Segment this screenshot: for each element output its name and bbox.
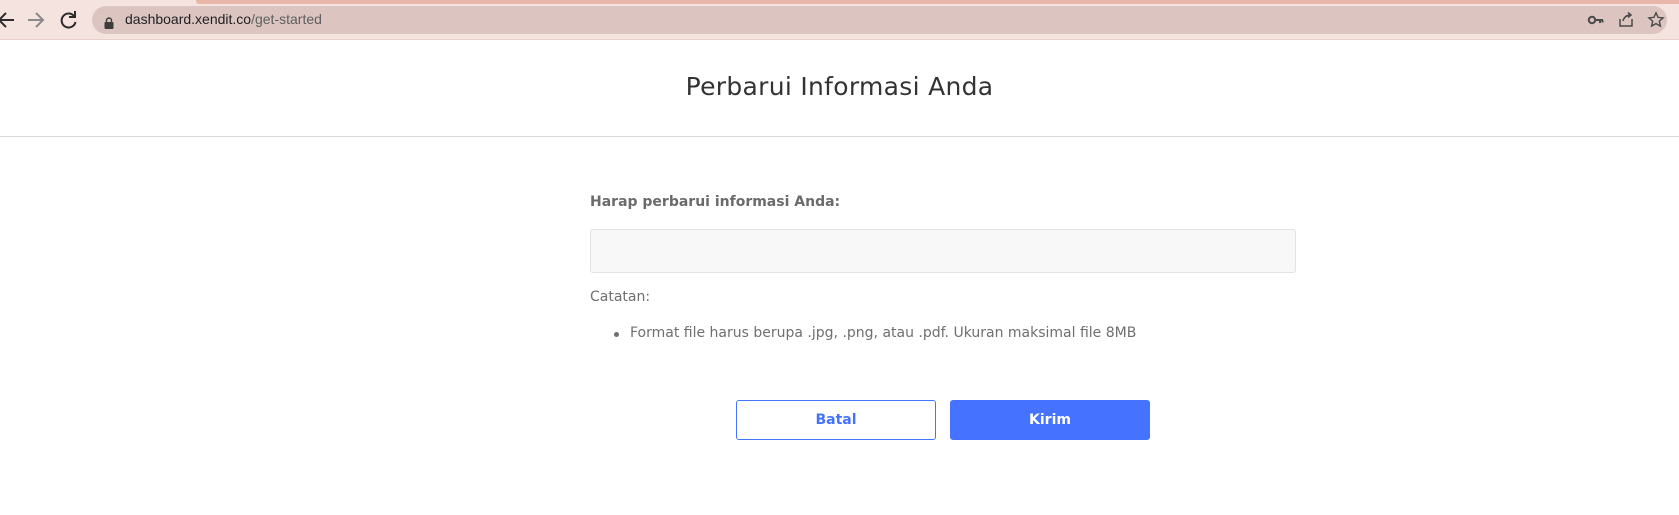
tab-strip-accent <box>196 0 1679 4</box>
form-label: Harap perbarui informasi Anda: <box>590 194 841 210</box>
url-domain: dashboard.xendit.co <box>125 11 252 27</box>
file-upload-field[interactable] <box>590 229 1296 273</box>
note-label: Catatan: <box>590 289 651 305</box>
browser-toolbar: dashboard.xendit.co/get-started <box>0 0 1679 40</box>
reload-icon[interactable] <box>56 8 80 32</box>
key-icon[interactable] <box>1587 11 1605 29</box>
share-icon[interactable] <box>1617 11 1635 29</box>
note-item: Format file harus berupa .jpg, .png, ata… <box>614 325 1136 341</box>
note-list: Format file harus berupa .jpg, .png, ata… <box>614 325 1136 341</box>
page-header: Perbarui Informasi Anda <box>0 40 1679 137</box>
star-icon[interactable] <box>1647 11 1665 29</box>
lock-icon[interactable] <box>104 14 114 29</box>
url-path: /get-started <box>251 11 322 27</box>
forward-icon[interactable] <box>24 8 48 32</box>
url-text[interactable]: dashboard.xendit.co/get-started <box>125 11 322 27</box>
cancel-button[interactable]: Batal <box>736 400 936 440</box>
address-bar[interactable]: dashboard.xendit.co/get-started <box>92 6 1667 34</box>
submit-button[interactable]: Kirim <box>950 400 1150 440</box>
page-title: Perbarui Informasi Anda <box>685 72 994 101</box>
back-icon[interactable] <box>0 8 18 32</box>
